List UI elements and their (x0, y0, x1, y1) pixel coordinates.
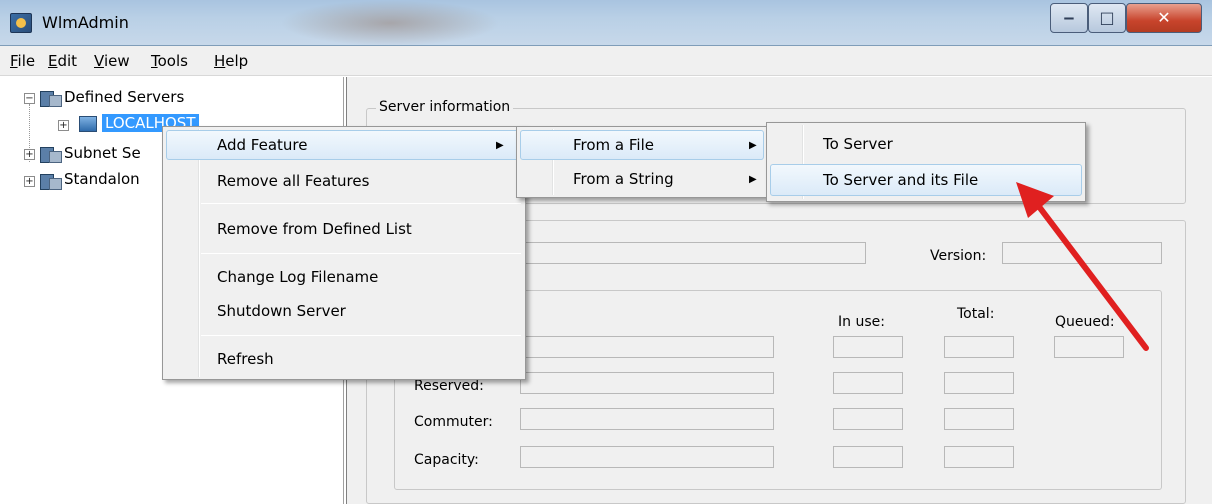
menu-item-add-feature[interactable]: Add Feature (217, 136, 308, 154)
menu-item-to-server-and-its-file[interactable]: To Server and its File (823, 171, 978, 189)
capacity-field (520, 446, 774, 468)
menu-separator (201, 253, 521, 254)
window-title: WlmAdmin (42, 13, 129, 32)
menu-file[interactable]: File (10, 52, 35, 70)
version-label: Version: (930, 248, 987, 264)
reserved-label: Reserved: (414, 378, 484, 394)
expand-standalone[interactable]: + (24, 176, 35, 187)
close-icon: ✕ (1157, 8, 1171, 27)
server-info-title: Server information (376, 99, 514, 115)
capacity-in-use-field (833, 446, 903, 468)
commuter-label: Commuter: (414, 414, 493, 430)
menu-tools[interactable]: Tools (151, 52, 188, 70)
feature-name-field (520, 242, 866, 264)
reserved-field (520, 372, 774, 394)
maximize-icon: □ (1099, 8, 1115, 27)
commuter-field (520, 408, 774, 430)
submenu-arrow-icon: ▶ (749, 140, 757, 151)
reserved-in-use-field (833, 372, 903, 394)
close-button[interactable]: ✕ (1126, 3, 1202, 33)
server-group-icon (40, 145, 62, 163)
commuter-total-field (944, 408, 1014, 430)
menu-item-refresh[interactable]: Refresh (217, 350, 274, 368)
menu-help[interactable]: Help (214, 52, 248, 70)
tree-item-defined-servers[interactable]: Defined Servers (64, 88, 184, 106)
server-group-icon (40, 89, 62, 107)
title-bar (0, 0, 1212, 46)
commuter-in-use-field (833, 408, 903, 430)
menu-item-from-a-string[interactable]: From a String (573, 170, 674, 188)
menu-item-remove-from-defined-list[interactable]: Remove from Defined List (217, 220, 412, 238)
annotation-arrow (1016, 182, 1149, 351)
menu-separator (201, 203, 521, 204)
collapse-defined-servers[interactable]: − (24, 93, 35, 104)
maximize-button[interactable]: □ (1088, 3, 1126, 33)
computer-icon (79, 116, 97, 132)
add-feature-submenu: From a File ▶ From a String ▶ (516, 126, 768, 198)
in-use-field-1 (833, 336, 903, 358)
menu-separator (201, 335, 521, 336)
in-use-label: In use: (838, 314, 885, 330)
menu-edit[interactable]: Edit (48, 52, 77, 70)
capacity-total-field (944, 446, 1014, 468)
submenu-arrow-icon: ▶ (496, 140, 504, 151)
tree-item-standalone[interactable]: Standalon (64, 170, 140, 188)
menu-item-to-server[interactable]: To Server (823, 135, 893, 153)
expand-localhost[interactable]: + (58, 120, 69, 131)
menu-item-shutdown-server[interactable]: Shutdown Server (217, 302, 346, 320)
menu-item-change-log-filename[interactable]: Change Log Filename (217, 268, 378, 286)
menu-view[interactable]: View (94, 52, 130, 70)
count-field-1 (520, 336, 774, 358)
minimize-icon: ‒ (1063, 8, 1075, 27)
menu-item-from-a-file[interactable]: From a File (573, 136, 654, 154)
tree-item-subnet-servers[interactable]: Subnet Se (64, 144, 141, 162)
capacity-label: Capacity: (414, 452, 479, 468)
menu-item-remove-all-features[interactable]: Remove all Features (217, 172, 369, 190)
total-label: Total: (957, 306, 995, 322)
expand-subnet-servers[interactable]: + (24, 149, 35, 160)
submenu-arrow-icon: ▶ (749, 174, 757, 185)
app-icon (10, 13, 32, 33)
minimize-button[interactable]: ‒ (1050, 3, 1088, 33)
reserved-total-field (944, 372, 1014, 394)
context-menu: Add Feature ▶ Remove all Features Remove… (162, 126, 526, 380)
server-group-icon (40, 172, 62, 190)
